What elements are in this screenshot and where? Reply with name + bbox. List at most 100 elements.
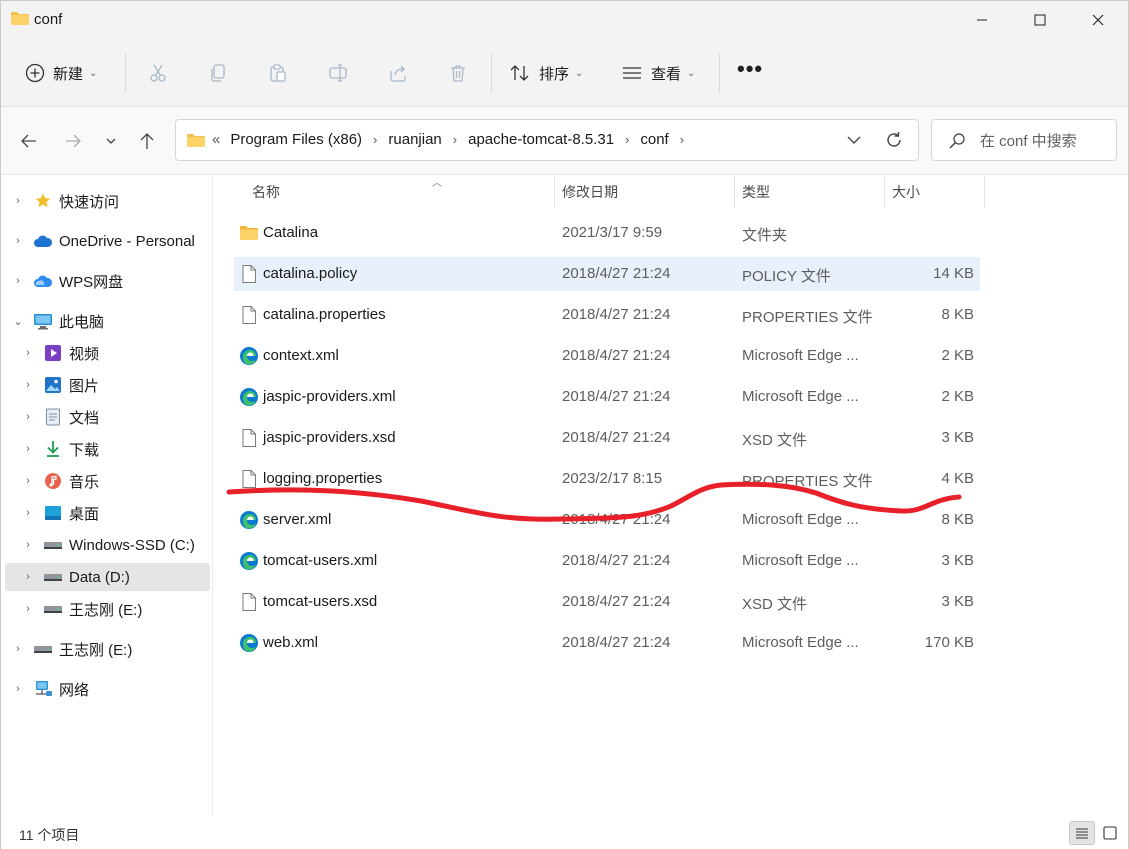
view-label: 查看	[651, 65, 682, 83]
file-modified-date: 2018/4/27 21:24	[562, 593, 671, 610]
chevron-right-icon[interactable]: ›	[21, 507, 35, 519]
chevron-right-icon[interactable]: ›	[21, 475, 35, 487]
file-row[interactable]: tomcat-users.xsd 2018/4/27 21:24 XSD 文件 3 K…	[234, 585, 980, 619]
column-header-type[interactable]: 类型	[742, 176, 770, 208]
file-modified-date: 2018/4/27 21:24	[562, 511, 671, 528]
file-row[interactable]: tomcat-users.xml 2018/4/27 21:24 Microsoft…	[234, 544, 980, 578]
delete-button[interactable]	[446, 61, 470, 85]
column-divider[interactable]	[734, 176, 735, 208]
paste-button[interactable]	[266, 61, 290, 85]
file-name: tomcat-users.xsd	[263, 593, 378, 610]
file-size: 3 KB	[941, 552, 974, 569]
file-row[interactable]: catalina.policy 2018/4/27 21:24 POLICY 文件 1…	[234, 257, 980, 291]
minimize-button[interactable]	[953, 1, 1011, 39]
refresh-icon[interactable]	[884, 130, 904, 150]
chevron-right-icon[interactable]: ›	[21, 571, 35, 583]
sidebar-item[interactable]: › 王志刚 (E:)	[5, 635, 210, 663]
file-row[interactable]: server.xml 2018/4/27 21:24 Microsoft Edge …	[234, 503, 980, 537]
sidebar-item[interactable]: › 王志刚 (E:)	[5, 595, 210, 623]
search-box[interactable]	[931, 119, 1117, 161]
file-row[interactable]: logging.properties 2023/2/17 8:15 PROPERTI…	[234, 462, 980, 496]
file-row[interactable]: jaspic-providers.xsd 2018/4/27 21:24 XSD 文…	[234, 421, 980, 455]
breadcrumb-item[interactable]: Program Files (x86)	[230, 131, 362, 148]
sidebar-item[interactable]: › 桌面	[5, 499, 210, 527]
sidebar-item[interactable]: › Data (D:)	[5, 563, 210, 591]
breadcrumb-item[interactable]: conf	[640, 131, 668, 148]
chevron-right-icon[interactable]: ›	[373, 132, 377, 147]
file-row[interactable]: web.xml 2018/4/27 21:24 Microsoft Edge ...…	[234, 626, 980, 660]
column-divider[interactable]	[884, 176, 885, 208]
recent-locations-button[interactable]	[97, 127, 125, 155]
column-header-name[interactable]: ︿ 名称	[252, 176, 442, 208]
chevron-down-icon[interactable]: ⌄	[11, 315, 25, 328]
sidebar-item[interactable]: › WPS网盘	[5, 267, 210, 295]
file-type: PROPERTIES 文件	[742, 473, 873, 490]
chevron-right-icon[interactable]: ›	[21, 411, 35, 423]
forward-button[interactable]	[59, 127, 87, 155]
back-button[interactable]	[15, 127, 43, 155]
new-button[interactable]: 新建 ⌄	[25, 57, 97, 89]
sidebar-item[interactable]: ⌄ 此电脑	[5, 307, 210, 335]
sort-button[interactable]: 排序 ⌄	[509, 57, 583, 89]
copy-button[interactable]	[206, 61, 230, 85]
file-type: XSD 文件	[742, 596, 808, 613]
details-view-button[interactable]	[1069, 821, 1095, 845]
sidebar-item[interactable]: › 视频	[5, 339, 210, 367]
sidebar-item-label: 王志刚 (E:)	[69, 601, 143, 619]
sidebar-item[interactable]: › Windows-SSD (C:)	[5, 531, 210, 559]
sidebar-item[interactable]: › 音乐	[5, 467, 210, 495]
sidebar-item[interactable]: › OneDrive - Personal	[5, 227, 210, 255]
chevron-right-icon[interactable]: ›	[453, 132, 457, 147]
column-divider[interactable]	[984, 176, 985, 208]
sidebar-item[interactable]: › 快速访问	[5, 187, 210, 215]
chevron-right-icon[interactable]: ›	[21, 379, 35, 391]
chevron-right-icon[interactable]: ›	[21, 539, 35, 551]
column-divider[interactable]	[554, 176, 555, 208]
chevron-right-icon[interactable]: ›	[625, 132, 629, 147]
sidebar-item[interactable]: › 网络	[5, 675, 210, 703]
chevron-right-icon[interactable]: ›	[680, 132, 684, 147]
file-name: catalina.policy	[263, 265, 358, 282]
chevron-right-icon[interactable]: ›	[21, 443, 35, 455]
more-options-button[interactable]: •••	[737, 53, 763, 85]
chevron-right-icon[interactable]: ›	[21, 347, 35, 359]
file-row[interactable]: context.xml 2018/4/27 21:24 Microsoft Edge…	[234, 339, 980, 373]
file-row[interactable]: catalina.properties 2018/4/27 21:24 PROPER…	[234, 298, 980, 332]
chevron-right-icon[interactable]: ›	[21, 603, 35, 615]
chevron-down-icon: ⌄	[89, 67, 98, 79]
file-row[interactable]: jaspic-providers.xml 2018/4/27 21:24 Micro…	[234, 380, 980, 414]
search-input[interactable]	[980, 129, 1110, 153]
column-header-size[interactable]: 大小	[892, 176, 920, 208]
picture-icon	[43, 375, 63, 395]
column-header-label: 类型	[742, 184, 770, 200]
chevron-right-icon[interactable]: ›	[11, 195, 25, 207]
chevron-right-icon[interactable]: ›	[11, 275, 25, 287]
file-type: Microsoft Edge ...	[742, 511, 859, 528]
chevron-down-icon	[106, 138, 116, 144]
maximize-button[interactable]	[1011, 1, 1069, 39]
rename-button[interactable]	[326, 61, 350, 85]
file-row[interactable]: Catalina 2021/3/17 9:59 文件夹	[234, 216, 980, 250]
breadcrumb-item[interactable]: ruanjian	[388, 131, 441, 148]
cut-button[interactable]	[146, 61, 170, 85]
address-bar[interactable]: « Program Files (x86) › ruanjian › apach…	[175, 119, 919, 161]
sidebar-item[interactable]: › 下载	[5, 435, 210, 463]
view-button[interactable]: 查看 ⌄	[621, 57, 695, 89]
up-button[interactable]	[133, 127, 161, 155]
file-name: logging.properties	[263, 470, 383, 487]
chevron-down-icon[interactable]	[844, 130, 864, 150]
sidebar-item[interactable]: › 图片	[5, 371, 210, 399]
share-button[interactable]	[386, 61, 410, 85]
column-header-date[interactable]: 修改日期	[562, 176, 618, 208]
sidebar-item[interactable]: › 文档	[5, 403, 210, 431]
chevron-right-icon[interactable]: ›	[11, 683, 25, 695]
chevron-right-icon[interactable]: ›	[11, 235, 25, 247]
tiles-view-button[interactable]	[1097, 821, 1123, 845]
rename-icon	[329, 64, 347, 82]
file-name: catalina.properties	[263, 306, 386, 323]
title-bar[interactable]: conf	[1, 1, 1128, 39]
breadcrumb-overflow[interactable]: «	[212, 131, 220, 148]
chevron-right-icon[interactable]: ›	[11, 643, 25, 655]
close-button[interactable]	[1069, 1, 1127, 39]
breadcrumb-item[interactable]: apache-tomcat-8.5.31	[468, 131, 614, 148]
